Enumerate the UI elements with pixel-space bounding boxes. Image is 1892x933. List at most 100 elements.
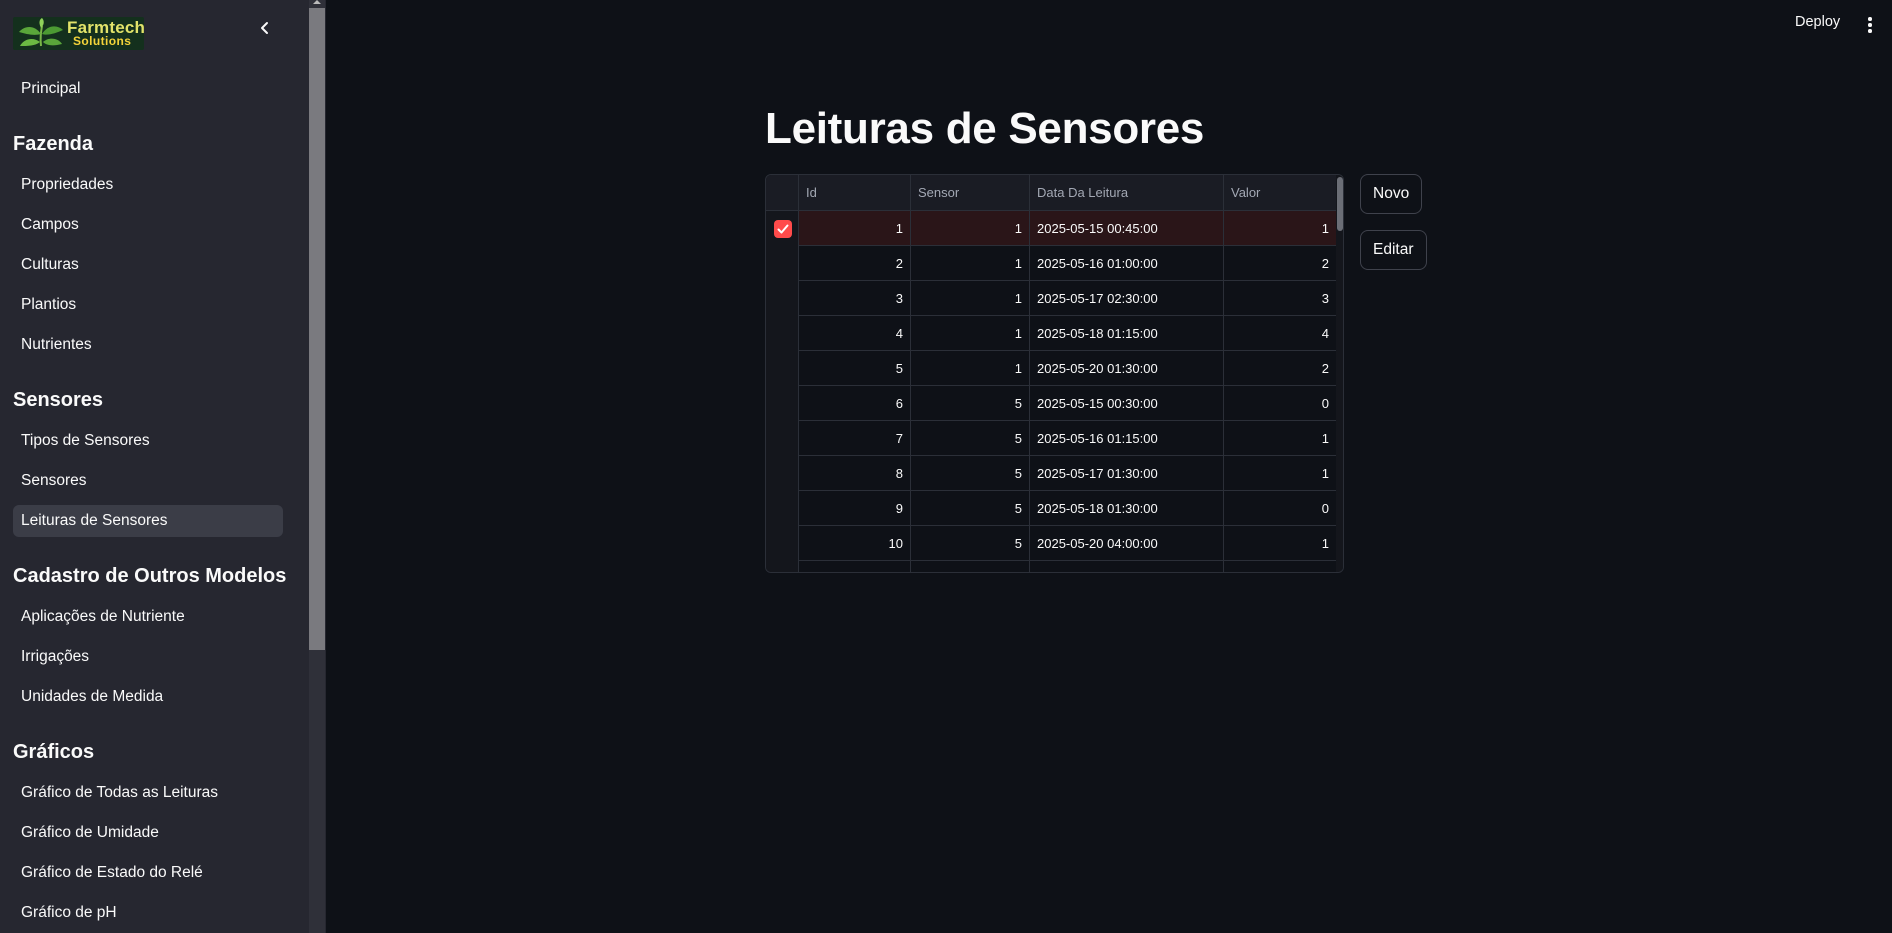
cell-data-leitura[interactable]: 2025-05-16 01:15:00	[1030, 421, 1224, 456]
sidebar-section-cadastro-outros-modelos: Cadastro de Outros Modelos	[13, 565, 287, 587]
leaf-logo-icon	[19, 18, 63, 47]
sidebar-item-propriedades[interactable]: Propriedades	[13, 169, 283, 201]
sidebar-item-irrigacoes[interactable]: Irrigações	[13, 641, 283, 673]
cell-id[interactable]: 8	[799, 456, 911, 491]
cell-valor[interactable]: 2	[1224, 246, 1336, 281]
cell-data-leitura[interactable]: 2025-05-16 01:00:00	[1030, 246, 1224, 281]
cell-id[interactable]: 3	[799, 281, 911, 316]
cell-id[interactable]: 6	[799, 386, 911, 421]
sidebar-item-grafico-umidade[interactable]: Gráfico de Umidade	[13, 817, 283, 849]
collapse-sidebar-button[interactable]	[256, 18, 274, 38]
cell-sensor[interactable]: 5	[911, 491, 1030, 526]
cell-valor[interactable]: 0	[1224, 491, 1336, 526]
sidebar-item-tipos-de-sensores[interactable]: Tipos de Sensores	[13, 425, 283, 457]
sidebar-item-aplicacoes-de-nutriente[interactable]: Aplicações de Nutriente	[13, 601, 283, 633]
new-button[interactable]: Novo	[1360, 174, 1423, 214]
cell-valor[interactable]: 1	[1224, 456, 1336, 491]
sidebar-scrollbar-thumb[interactable]	[309, 8, 325, 650]
sidebar-item-nutrientes[interactable]: Nutrientes	[13, 329, 283, 361]
cell-data-leitura[interactable]: 2025-05-15 00:30:00	[1030, 386, 1224, 421]
table-row[interactable]: 1 1 2025-05-15 00:45:00 1	[766, 211, 1336, 246]
row-select-marker[interactable]	[766, 211, 799, 246]
cell-valor[interactable]: 4	[1224, 316, 1336, 351]
cell-data-leitura[interactable]: 2025-05-15 00:45:00	[1030, 211, 1224, 246]
grid-scrollbar-thumb[interactable]	[1337, 177, 1343, 231]
cell-data-leitura[interactable]: 2025-05-18 01:15:00	[1030, 316, 1224, 351]
cell-id[interactable]: 1	[799, 211, 911, 246]
cell-valor[interactable]: 1	[1224, 421, 1336, 456]
cell-id[interactable]: 2	[799, 246, 911, 281]
cell-sensor[interactable]: 5	[911, 421, 1030, 456]
column-header-valor[interactable]: Valor	[1224, 175, 1336, 211]
main-menu-button[interactable]	[1862, 14, 1878, 34]
sidebar-item-unidades-de-medida[interactable]: Unidades de Medida	[13, 681, 283, 713]
row-select-marker	[766, 561, 799, 572]
sidebar-item-campos[interactable]: Campos	[13, 209, 283, 241]
cell-valor[interactable]: 2	[1224, 351, 1336, 386]
cell-id[interactable]: 4	[799, 316, 911, 351]
sidebar-item-leituras-de-sensores[interactable]: Leituras de Sensores	[13, 505, 283, 537]
cell-data-leitura[interactable]: 2025-05-20 01:30:00	[1030, 351, 1224, 386]
sidebar-scrollbar[interactable]	[309, 0, 325, 933]
table-row[interactable]: 6 5 2025-05-15 00:30:00 0	[766, 386, 1336, 421]
row-select-marker[interactable]	[766, 491, 799, 526]
sidebar-section-graficos: Gráficos	[13, 741, 95, 763]
sidebar-item-sensores[interactable]: Sensores	[13, 465, 283, 497]
table-row[interactable]: 4 1 2025-05-18 01:15:00 4	[766, 316, 1336, 351]
row-checkbox-checked-icon[interactable]	[774, 220, 792, 238]
row-select-marker[interactable]	[766, 246, 799, 281]
cell-empty	[911, 561, 1030, 572]
cell-sensor[interactable]: 1	[911, 281, 1030, 316]
sidebar-item-culturas[interactable]: Culturas	[13, 249, 283, 281]
table-row[interactable]: 5 1 2025-05-20 01:30:00 2	[766, 351, 1336, 386]
row-select-marker[interactable]	[766, 386, 799, 421]
cell-id[interactable]: 5	[799, 351, 911, 386]
cell-sensor[interactable]: 1	[911, 246, 1030, 281]
sidebar-item-plantios[interactable]: Plantios	[13, 289, 283, 321]
cell-id[interactable]: 9	[799, 491, 911, 526]
cell-valor[interactable]: 0	[1224, 386, 1336, 421]
cell-sensor[interactable]: 5	[911, 456, 1030, 491]
cell-id[interactable]: 10	[799, 526, 911, 561]
sidebar: Farmtech Solutions Principal Fazenda Pro…	[0, 0, 326, 933]
table-row[interactable]: 2 1 2025-05-16 01:00:00 2	[766, 246, 1336, 281]
table-row[interactable]: 9 5 2025-05-18 01:30:00 0	[766, 491, 1336, 526]
row-select-marker[interactable]	[766, 316, 799, 351]
grid-scrollbar[interactable]	[1336, 175, 1343, 572]
cell-sensor[interactable]: 1	[911, 316, 1030, 351]
column-header-id[interactable]: Id	[799, 175, 911, 211]
column-header-data-leitura[interactable]: Data Da Leitura	[1030, 175, 1224, 211]
sidebar-item-principal[interactable]: Principal	[13, 73, 283, 105]
edit-button[interactable]: Editar	[1360, 230, 1427, 270]
cell-data-leitura[interactable]: 2025-05-17 01:30:00	[1030, 456, 1224, 491]
cell-data-leitura[interactable]: 2025-05-20 04:00:00	[1030, 526, 1224, 561]
sidebar-item-grafico-todas-leituras[interactable]: Gráfico de Todas as Leituras	[13, 777, 283, 809]
sidebar-item-grafico-ph[interactable]: Gráfico de pH	[13, 897, 283, 929]
cell-data-leitura[interactable]: 2025-05-18 01:30:00	[1030, 491, 1224, 526]
scroll-up-arrow-icon[interactable]	[313, 0, 321, 4]
row-select-marker[interactable]	[766, 421, 799, 456]
column-header-sensor[interactable]: Sensor	[911, 175, 1030, 211]
cell-sensor[interactable]: 1	[911, 211, 1030, 246]
cell-valor[interactable]: 3	[1224, 281, 1336, 316]
row-marker-header	[766, 175, 799, 211]
cell-sensor[interactable]: 5	[911, 386, 1030, 421]
table-row[interactable]: 8 5 2025-05-17 01:30:00 1	[766, 456, 1336, 491]
sidebar-item-grafico-estado-rele[interactable]: Gráfico de Estado do Relé	[13, 857, 283, 889]
table-row[interactable]: 7 5 2025-05-16 01:15:00 1	[766, 421, 1336, 456]
data-grid[interactable]: Id Sensor Data Da Leitura Valor 1 1 2025-0…	[765, 174, 1344, 573]
cell-valor[interactable]: 1	[1224, 526, 1336, 561]
row-select-marker[interactable]	[766, 351, 799, 386]
chevron-left-icon	[261, 22, 268, 34]
deploy-button[interactable]: Deploy	[1795, 14, 1840, 30]
cell-data-leitura[interactable]: 2025-05-17 02:30:00	[1030, 281, 1224, 316]
cell-sensor[interactable]: 5	[911, 526, 1030, 561]
table-row[interactable]: 3 1 2025-05-17 02:30:00 3	[766, 281, 1336, 316]
cell-id[interactable]: 7	[799, 421, 911, 456]
row-select-marker[interactable]	[766, 281, 799, 316]
row-select-marker[interactable]	[766, 456, 799, 491]
cell-valor[interactable]: 1	[1224, 211, 1336, 246]
row-select-marker[interactable]	[766, 526, 799, 561]
table-row[interactable]: 10 5 2025-05-20 04:00:00 1	[766, 526, 1336, 561]
cell-sensor[interactable]: 1	[911, 351, 1030, 386]
